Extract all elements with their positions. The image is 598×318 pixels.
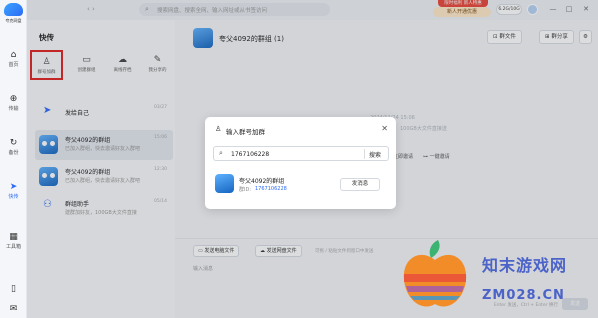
phone-icon: ▯	[11, 284, 16, 294]
quick-transfer-icon: ➤	[9, 182, 18, 192]
app-logo-icon	[4, 3, 23, 16]
result-group-name: 夸父4092的群组	[239, 178, 285, 185]
rail-item-label: 快传	[8, 194, 19, 200]
close-icon[interactable]: ✕	[381, 124, 388, 133]
dialog-title: 输入群号加群	[226, 128, 265, 136]
rail-item-quick-transfer[interactable]: ➤ 快传	[0, 180, 27, 206]
rail-item-label: 工具箱	[5, 244, 21, 250]
result-id-label: 群ID:	[239, 187, 252, 193]
rail-item-label: 传输	[8, 106, 19, 112]
watermark-logo-icon	[403, 240, 467, 307]
search-button[interactable]: 搜索	[369, 150, 381, 159]
transfer-icon: ⊕	[9, 94, 18, 104]
rail-item-toolbox[interactable]: ▦ 工具箱	[0, 230, 27, 256]
result-group-avatar	[215, 174, 234, 193]
toolbox-icon: ▦	[9, 232, 18, 242]
app-window: 夸克网盘 ⌂ 首页 ⊕ 传输 ↻ 备份 ➤ 快传 ▦ 工具箱 ▯ ✉ ‹ › ⌕…	[0, 0, 598, 318]
backup-icon: ↻	[9, 138, 18, 148]
group-id-search-field[interactable]: ⌕ 1767106228 搜索	[213, 146, 389, 161]
search-icon: ⌕	[219, 149, 223, 157]
watermark-url: ZM028.CN	[482, 288, 565, 303]
home-icon: ⌂	[10, 50, 17, 60]
add-user-icon: ♙	[215, 125, 222, 133]
result-group-id: 1767106228	[255, 186, 287, 192]
send-message-button[interactable]: 发消息	[340, 178, 380, 191]
rail-item-transfer[interactable]: ⊕ 传输	[0, 92, 27, 118]
watermark-title: 知末游戏网	[482, 256, 568, 275]
divider	[364, 149, 365, 159]
rail-item-home[interactable]: ⌂ 首页	[0, 48, 27, 74]
rail-item-label: 首页	[8, 62, 19, 68]
join-group-dialog: ♙ 输入群号加群 ✕ ⌕ 1767106228 搜索 夸父4092的群组 群ID…	[205, 117, 396, 209]
left-rail: 夸克网盘 ⌂ 首页 ⊕ 传输 ↻ 备份 ➤ 快传 ▦ 工具箱 ▯ ✉	[0, 0, 27, 318]
app-logo-text: 夸克网盘	[5, 18, 22, 23]
group-id-input[interactable]: 1767106228	[231, 151, 269, 158]
rail-item-label: 备份	[8, 150, 19, 156]
mail-icon: ✉	[9, 304, 18, 314]
rail-item-mail[interactable]: ✉	[0, 302, 27, 318]
rail-item-backup[interactable]: ↻ 备份	[0, 136, 27, 162]
